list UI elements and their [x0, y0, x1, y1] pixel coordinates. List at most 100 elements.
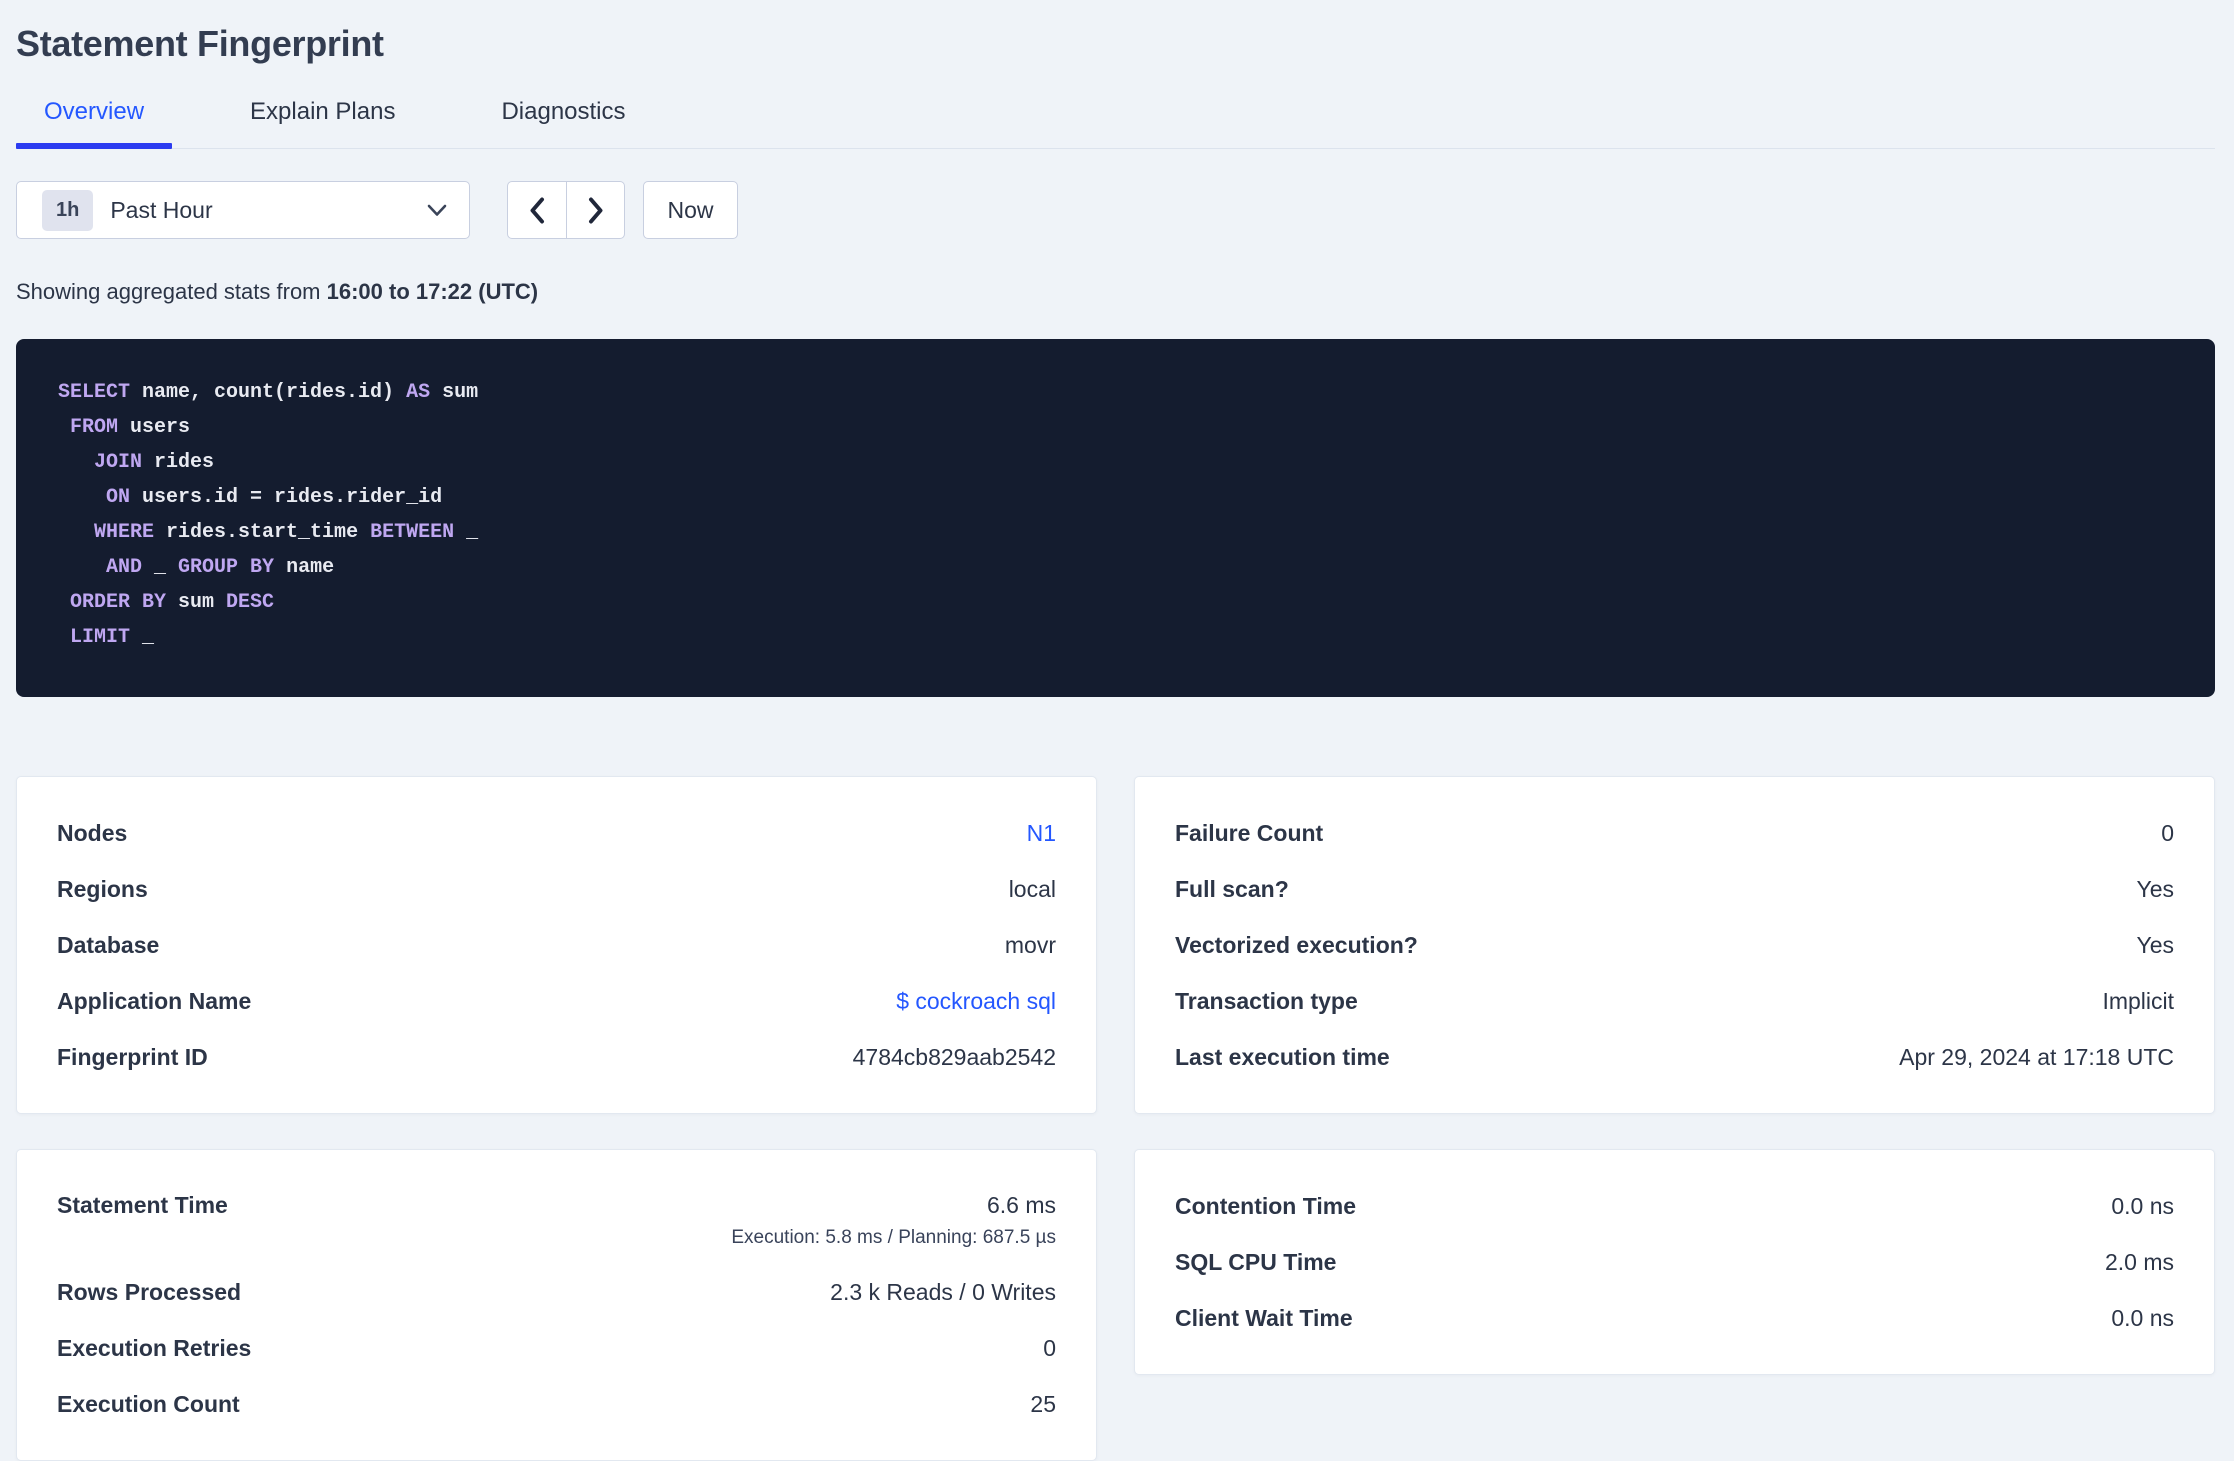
sql-keyword: AS	[406, 381, 431, 404]
sql-text: users.id = rides.rider_id	[130, 486, 443, 509]
sql-line: JOIN rides	[58, 445, 2175, 480]
caption-time-range: 16:00 to 17:22 (UTC)	[326, 279, 539, 304]
row-value: Apr 29, 2024 at 17:18 UTC	[1899, 1043, 2174, 1070]
row-value-wrap: Yes	[2136, 932, 2174, 959]
now-button[interactable]: Now	[643, 181, 738, 239]
sql-keyword: BETWEEN	[370, 521, 455, 544]
row-label: Application Name	[57, 987, 252, 1014]
cards-grid: Nodes N1 Regions local Database movr Applicati…	[16, 776, 2215, 1461]
sql-line: WHERE rides.start_time BETWEEN _	[58, 515, 2175, 550]
execution-attributes-card: Failure Count 0 Full scan? Yes Vectorized ex…	[1134, 776, 2215, 1114]
statement-fingerprint-page: Statement Fingerprint Overview Explain Pl…	[0, 0, 2234, 1461]
row-value: 0.0 ns	[2111, 1192, 2174, 1219]
row-value: 4784cb829aab2542	[852, 1043, 1056, 1070]
sql-text: _	[454, 521, 479, 544]
row-value-wrap: 0.0 ns	[2111, 1193, 2174, 1220]
row-label: Vectorized execution?	[1175, 931, 1418, 958]
tab-diagnostics[interactable]: Diagnostics	[473, 98, 653, 148]
sql-keyword: ORDER BY	[70, 591, 167, 614]
card-row: Client Wait Time 0.0 ns	[1175, 1290, 2174, 1346]
sql-line: LIMIT _	[58, 620, 2175, 655]
row-label: Statement Time	[57, 1192, 228, 1218]
row-subvalue: Execution: 5.8 ms / Planning: 687.5 µs	[731, 1227, 1056, 1248]
row-value-wrap: 6.6 ms Execution: 5.8 ms / Planning: 687.…	[731, 1192, 1056, 1249]
time-range-dropdown[interactable]: 1h Past Hour	[16, 181, 470, 239]
row-label: Client Wait Time	[1175, 1304, 1353, 1331]
tab-overview[interactable]: Overview	[16, 98, 173, 149]
row-value-wrap: 2.3 k Reads / 0 Writes	[830, 1279, 1056, 1306]
chevron-down-icon	[427, 204, 447, 217]
tab-explain-plans[interactable]: Explain Plans	[222, 98, 423, 148]
card-row: Rows Processed 2.3 k Reads / 0 Writes	[57, 1264, 1056, 1320]
row-label: Execution Retries	[57, 1334, 252, 1361]
card-row: Statement Time 6.6 ms Execution: 5.8 ms / …	[57, 1178, 1056, 1264]
chevron-left-icon	[529, 197, 545, 224]
card-row: Execution Retries 0	[57, 1320, 1056, 1376]
row-value-wrap: 4784cb829aab2542	[853, 1044, 1056, 1071]
row-label: Failure Count	[1175, 819, 1324, 846]
row-value: 2.3 k Reads / 0 Writes	[830, 1278, 1056, 1305]
sql-text: name, count(rides.id)	[130, 381, 407, 404]
sql-text: rides	[142, 451, 215, 474]
sql-line: FROM users	[58, 410, 2175, 445]
previous-time-window-button[interactable]	[508, 182, 566, 238]
sql-keyword: SELECT	[58, 381, 131, 404]
sql-text: sum	[430, 381, 479, 404]
row-value: 0	[2161, 819, 2174, 846]
row-value: movr	[1004, 931, 1056, 958]
row-label: Nodes	[57, 819, 128, 846]
sql-keyword: DESC	[226, 591, 275, 614]
row-value-wrap: N1	[1027, 820, 1056, 847]
sql-statement-text: SELECT name, count(rides.id) AS sum FROM…	[58, 375, 2175, 655]
page-title: Statement Fingerprint	[16, 23, 384, 64]
sql-line: ON users.id = rides.rider_id	[58, 480, 2175, 515]
sql-text: _	[130, 626, 155, 649]
row-value: 2.0 ms	[2104, 1248, 2174, 1275]
sql-line: SELECT name, count(rides.id) AS sum	[58, 375, 2175, 410]
sql-text: users	[118, 416, 191, 439]
card-row: Contention Time 0.0 ns	[1175, 1178, 2174, 1234]
row-value-link[interactable]: N1	[1027, 820, 1056, 847]
sql-keyword: GROUP BY	[178, 556, 275, 579]
row-value: Yes	[2136, 875, 2174, 902]
row-value: 0.0 ns	[2111, 1304, 2174, 1331]
time-range-label: Past Hour	[110, 196, 213, 223]
next-time-window-button[interactable]	[566, 182, 624, 238]
card-row: Failure Count 0	[1175, 805, 2174, 861]
sql-text: rides.start_time	[154, 521, 371, 544]
row-value-link[interactable]: $ cockroach sql	[896, 988, 1056, 1015]
row-label: Last execution time	[1175, 1043, 1390, 1070]
sql-keyword: LIMIT	[70, 626, 131, 649]
time-range-badge: 1h	[42, 189, 94, 231]
row-value-wrap: Implicit	[2102, 988, 2174, 1015]
card-row: Database movr	[57, 917, 1056, 973]
card-row: Last execution time Apr 29, 2024 at 17:18…	[1175, 1029, 2174, 1085]
card-row: Nodes N1	[57, 805, 1056, 861]
row-value: 0	[1043, 1334, 1056, 1361]
row-label: Execution Count	[57, 1390, 240, 1417]
row-label: Fingerprint ID	[57, 1043, 208, 1070]
sql-keyword: FROM	[70, 416, 119, 439]
row-value: 6.6 ms	[986, 1192, 1056, 1218]
card-row: Full scan? Yes	[1175, 861, 2174, 917]
row-label: Regions	[57, 875, 148, 902]
card-row: Transaction type Implicit	[1175, 973, 2174, 1029]
sql-text: sum	[166, 591, 227, 614]
row-label: Rows Processed	[57, 1278, 242, 1305]
row-value: local	[1008, 875, 1056, 902]
row-label: Contention Time	[1175, 1192, 1357, 1219]
card-row: Execution Count 25	[57, 1376, 1056, 1432]
sql-keyword: JOIN	[94, 451, 143, 474]
card-row: Fingerprint ID 4784cb829aab2542	[57, 1029, 1056, 1085]
card-row: Application Name $ cockroach sql	[57, 973, 1056, 1029]
row-value-wrap: local	[1009, 876, 1056, 903]
row-value: 25	[1030, 1390, 1056, 1417]
row-value-wrap: 25	[1030, 1391, 1056, 1418]
